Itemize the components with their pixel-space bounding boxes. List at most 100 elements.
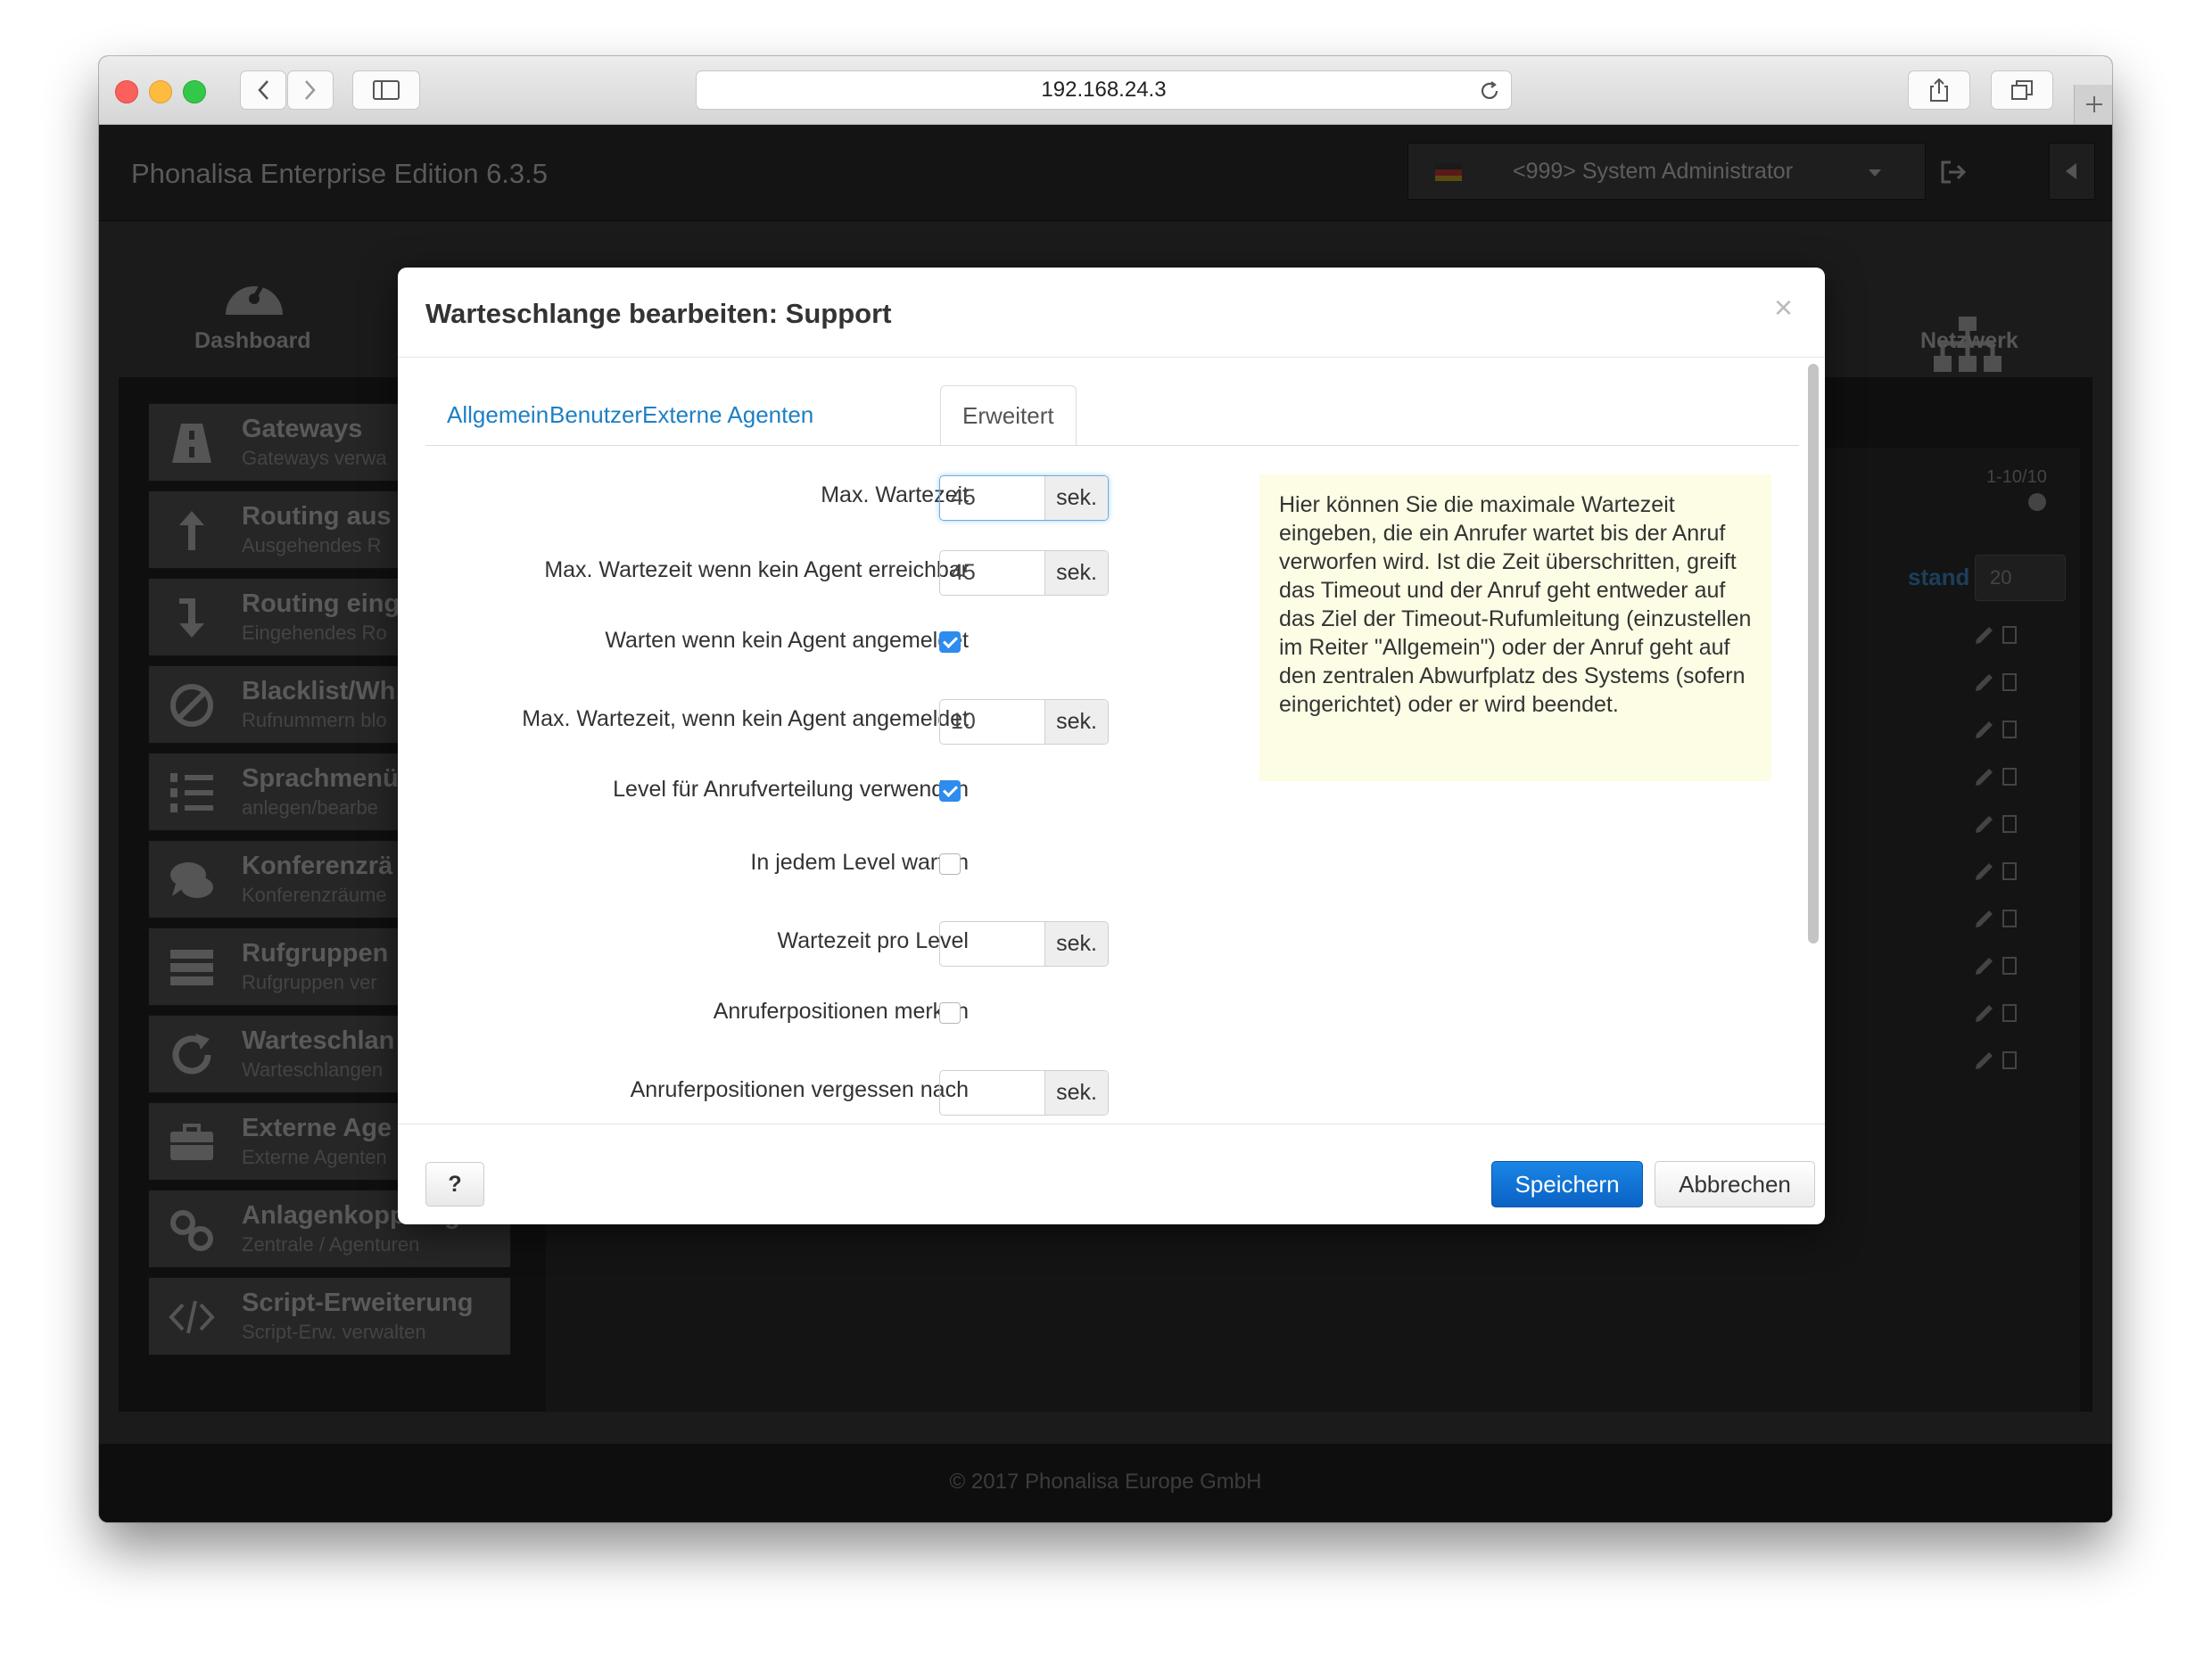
share-icon [1930,78,1948,102]
wait-per-level-field[interactable]: sek. [939,921,1109,967]
chevron-left-icon [258,80,268,100]
refresh-icon [172,1034,211,1075]
address-bar[interactable]: 192.168.24.3 [696,70,1512,110]
forward-button[interactable] [287,70,334,110]
german-flag-icon[interactable] [1435,163,1462,181]
tabs-overview-button[interactable] [1991,70,2053,110]
max-wait-unreachable-field[interactable]: 45 sek. [939,550,1109,596]
max-wait-no-agent-field[interactable]: 10 sek. [939,699,1109,745]
tabs-icon [2011,80,2033,100]
pencil-icon[interactable] [1976,958,1993,975]
max-wait-no-agent-input[interactable]: 10 [940,700,1045,744]
plus-icon [2085,96,2102,112]
ordered-list-icon [170,773,213,812]
pencil-icon[interactable] [1976,674,1993,691]
link-icon [170,1210,213,1251]
comments-icon [170,862,213,898]
trash-icon[interactable] [2002,721,2017,738]
wait-each-level-checkbox[interactable] [939,853,961,875]
max-wait-unit: sek. [1045,476,1108,520]
sidebar-item-subtitle: Gateways verwa [242,447,387,469]
cancel-button[interactable]: Abbrechen [1655,1161,1815,1207]
modal-title: Warteschlange bearbeiten: Support [425,298,892,329]
page-size-select[interactable]: 20 [1975,555,2066,601]
dashboard-icon[interactable] [220,263,288,318]
page-size-value: 20 [1990,566,2012,589]
sidebar-item-title: Externe Age [242,1114,392,1142]
max-wait-unreachable-unit: sek. [1045,551,1108,595]
modal-scrollbar[interactable] [1808,364,1819,943]
road-icon [172,424,211,463]
pencil-icon[interactable] [1976,1005,1993,1022]
max-wait-unreachable-label: Max. Wartezeit wenn kein Agent erreichba… [544,557,969,582]
max-wait-field[interactable]: 45 sek. [939,475,1109,521]
max-wait-no-agent-unit: sek. [1045,700,1108,744]
trash-icon[interactable] [2002,1004,2017,1022]
back-button[interactable] [240,70,286,110]
code-icon [169,1300,215,1334]
reload-icon[interactable] [1479,80,1500,102]
tab-erweitert[interactable]: Erweitert [940,385,1077,446]
sidebar-toggle-button[interactable] [352,70,420,110]
row-actions [1976,626,2017,1069]
table-header-fragment[interactable]: stand [1908,564,1969,591]
sidebar-item-subtitle: Ausgehendes R [242,534,382,556]
pencil-icon[interactable] [1976,769,1993,786]
collapse-button[interactable] [2049,143,2095,200]
new-tab-button[interactable] [2074,85,2112,124]
save-button[interactable]: Speichern [1491,1161,1643,1207]
close-icon[interactable]: × [1774,289,1793,326]
nav-dashboard-label[interactable]: Dashboard [194,328,311,354]
trash-icon[interactable] [2002,957,2017,975]
sidebar-item-title: Routing aus [242,502,392,531]
question-circle-icon[interactable] [2027,492,2047,512]
zoom-window-button[interactable] [183,80,206,103]
user-name[interactable]: <999> System Administrator [1513,159,1793,185]
sidebar-item-subtitle: Rufnummern blo [242,709,387,731]
sidebar-item-subtitle: Eingehendes Ro [242,622,387,644]
pencil-icon[interactable] [1976,1052,1993,1069]
sidebar-item-title: Konferenzrä [242,852,393,880]
app-header: Phonalisa Enterprise Edition 6.3.5 <999>… [99,125,2112,221]
max-wait-label: Max. Wartezeit [821,482,969,507]
forget-positions-field[interactable]: sek. [939,1070,1109,1116]
minimize-window-button[interactable] [149,80,172,103]
close-window-button[interactable] [115,80,138,103]
edit-queue-modal: Warteschlange bearbeiten: Support × Allg… [398,268,1825,1224]
sidebar-item-subtitle: Externe Agenten [242,1146,387,1168]
sidebar-item-title: Gateways [242,415,363,443]
trash-icon[interactable] [2002,673,2017,691]
forget-positions-unit: sek. [1045,1071,1108,1115]
caret-down-icon[interactable] [1869,169,1881,177]
pencil-icon[interactable] [1976,627,1993,644]
tab-externe-agenten[interactable]: Externe Agenten [621,385,835,445]
ban-icon [170,684,213,727]
url-text: 192.168.24.3 [1041,78,1167,102]
chevron-right-icon [305,80,316,100]
use-levels-checkbox[interactable] [939,780,961,802]
trash-icon[interactable] [2002,815,2017,833]
trash-icon[interactable] [2002,910,2017,927]
pencil-icon[interactable] [1976,721,1993,738]
remember-positions-checkbox[interactable] [939,1002,961,1024]
pencil-icon[interactable] [1976,863,1993,880]
sidebar-item-script-extension[interactable]: Script-Erweiterung Script-Erw. verwalten [148,1277,511,1355]
nav-network-label[interactable]: Netzwerk [1920,328,2018,354]
max-wait-input[interactable]: 45 [940,476,1045,520]
pencil-icon[interactable] [1976,816,1993,833]
trash-icon[interactable] [2002,1051,2017,1069]
trash-icon[interactable] [2002,626,2017,644]
arrow-up-icon [179,511,204,550]
pencil-icon[interactable] [1976,910,1993,927]
share-button[interactable] [1908,70,1970,110]
logout-icon[interactable] [1940,161,1967,184]
sidebar-item-subtitle: Konferenzräume [242,884,387,906]
wait-per-level-input[interactable] [940,922,1045,966]
max-wait-unreachable-input[interactable]: 45 [940,551,1045,595]
trash-icon[interactable] [2002,768,2017,786]
help-button[interactable]: ? [425,1162,484,1207]
forget-positions-input[interactable] [940,1071,1045,1115]
wait-no-agent-checkbox[interactable] [939,631,961,653]
trash-icon[interactable] [2002,862,2017,880]
modal-header-divider [398,357,1825,358]
